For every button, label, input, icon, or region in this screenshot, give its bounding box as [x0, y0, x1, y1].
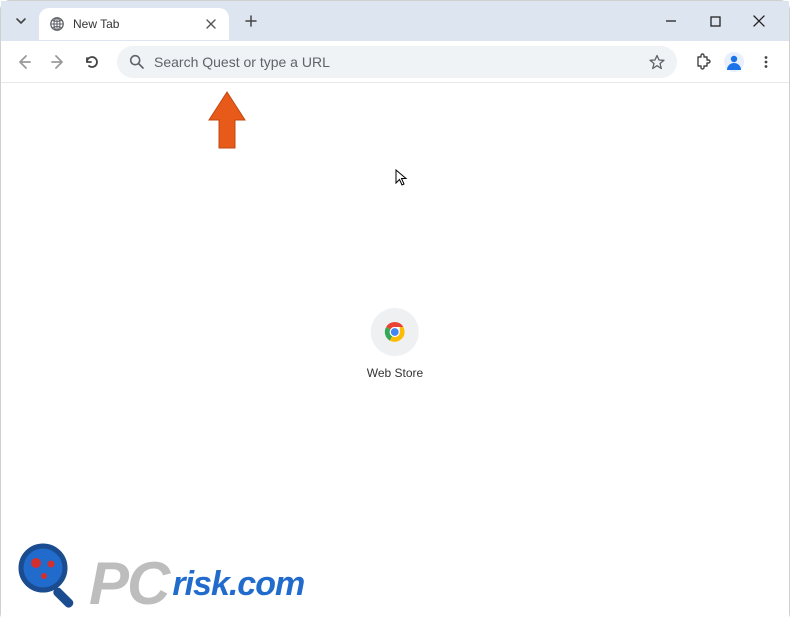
- new-tab-button[interactable]: [237, 7, 265, 35]
- window-controls: [657, 7, 781, 35]
- extensions-button[interactable]: [687, 47, 717, 77]
- profile-avatar-icon: [723, 51, 745, 73]
- omnibox[interactable]: [117, 46, 677, 78]
- shortcut-label: Web Store: [367, 366, 423, 380]
- puzzle-icon: [694, 53, 711, 70]
- watermark-risk: risk.com: [172, 567, 304, 601]
- back-button[interactable]: [9, 47, 39, 77]
- menu-button[interactable]: [751, 47, 781, 77]
- reload-button[interactable]: [77, 47, 107, 77]
- minimize-button[interactable]: [657, 7, 685, 35]
- close-window-button[interactable]: [745, 7, 773, 35]
- tab-strip: New Tab: [1, 1, 789, 41]
- annotation-arrow: [201, 88, 261, 163]
- close-icon: [206, 19, 216, 29]
- arrow-right-icon: [50, 54, 66, 70]
- browser-tab[interactable]: New Tab: [39, 8, 229, 40]
- maximize-icon: [710, 16, 721, 27]
- maximize-button[interactable]: [701, 7, 729, 35]
- star-icon: [649, 54, 665, 70]
- tab-search-dropdown[interactable]: [9, 9, 33, 33]
- shortcut-tile: [371, 308, 419, 356]
- bookmark-button[interactable]: [649, 54, 665, 70]
- globe-icon: [49, 16, 65, 32]
- chevron-down-icon: [15, 15, 27, 27]
- watermark: PC risk.com: [11, 536, 304, 614]
- mouse-cursor: [395, 169, 409, 192]
- tab-title: New Tab: [73, 17, 203, 31]
- close-icon: [753, 15, 765, 27]
- plus-icon: [245, 15, 257, 27]
- tab-close-button[interactable]: [203, 16, 219, 32]
- chrome-web-store-icon: [383, 320, 407, 344]
- kebab-menu-icon: [759, 55, 773, 69]
- reload-icon: [84, 54, 100, 70]
- forward-button[interactable]: [43, 47, 73, 77]
- address-input[interactable]: [154, 54, 649, 70]
- minimize-icon: [665, 15, 677, 27]
- shortcut-web-store[interactable]: Web Store: [367, 308, 423, 380]
- profile-button[interactable]: [721, 49, 747, 75]
- watermark-pc: PC: [89, 554, 168, 614]
- arrow-left-icon: [16, 54, 32, 70]
- toolbar: [1, 41, 789, 83]
- magnifier-logo-icon: [11, 536, 89, 614]
- search-icon: [129, 54, 144, 69]
- page-content: Web Store PC risk.com: [1, 83, 789, 624]
